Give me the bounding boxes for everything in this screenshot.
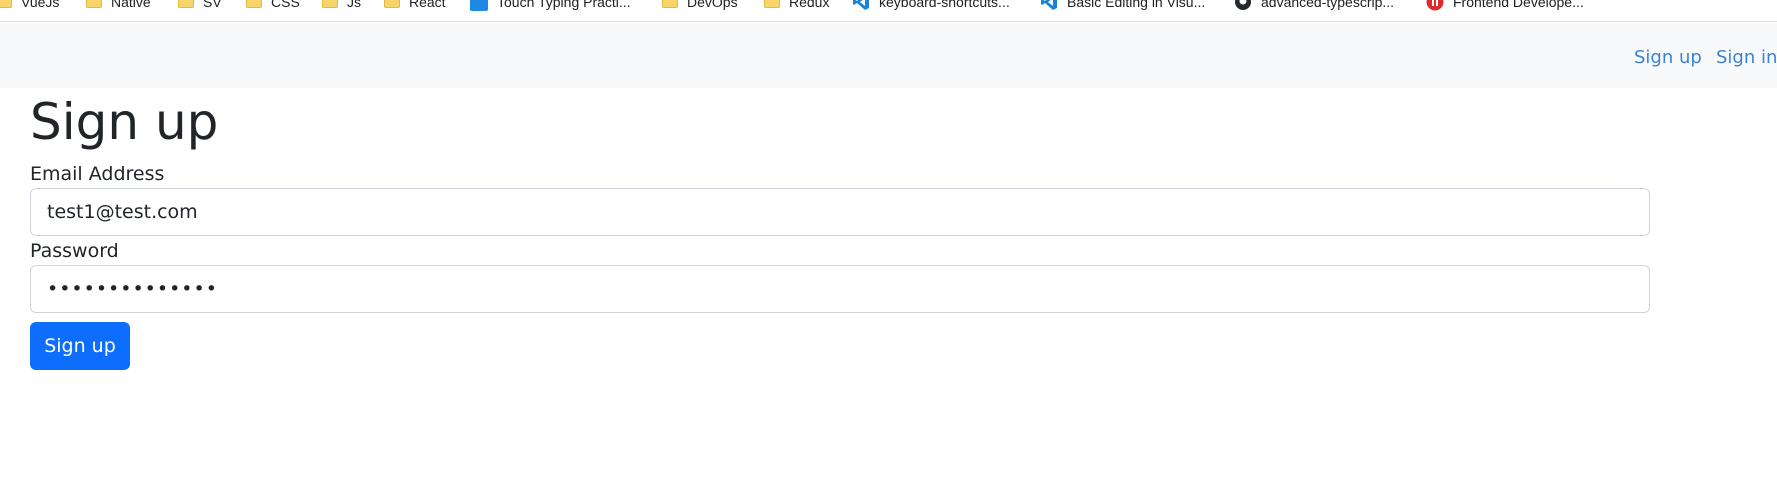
- bookmarks-bar: VueJs Native SV CSS Js React Touch Typin…: [0, 0, 1777, 22]
- bookmark-css[interactable]: CSS: [246, 0, 300, 13]
- bookmark-basic-editing[interactable]: Basic Editing in Visu...: [1040, 0, 1205, 13]
- frontend-icon: [1426, 0, 1444, 11]
- folder-icon: [86, 0, 102, 8]
- nav-signin-link[interactable]: Sign in: [1716, 47, 1777, 68]
- typescript-icon: [470, 0, 488, 11]
- bookmark-label: advanced-typescrip...: [1261, 0, 1395, 10]
- bookmark-label: DevOps: [687, 0, 738, 10]
- bookmark-label: Touch Typing Practi...: [497, 0, 631, 10]
- bookmark-touch-typing[interactable]: Touch Typing Practi...: [470, 0, 631, 13]
- bookmark-label: Native: [111, 0, 151, 10]
- folder-icon: [662, 0, 678, 8]
- email-field[interactable]: [30, 188, 1650, 236]
- bookmark-label: Redux: [789, 0, 830, 10]
- signup-submit-button[interactable]: Sign up: [30, 322, 130, 370]
- bookmark-keyboard-shortcuts[interactable]: keyboard-shortcuts...: [852, 0, 1010, 13]
- email-label: Email Address: [30, 163, 165, 185]
- bookmark-vuejs[interactable]: VueJs: [0, 0, 59, 13]
- bookmark-label: Basic Editing in Visu...: [1067, 0, 1206, 10]
- github-icon: [1234, 0, 1252, 11]
- bookmark-label: CSS: [271, 0, 300, 10]
- bookmark-label: VueJs: [21, 0, 60, 10]
- folder-icon: [322, 0, 338, 8]
- bookmark-label: React: [409, 0, 446, 10]
- vscode-icon: [1040, 0, 1058, 11]
- folder-icon: [0, 0, 12, 8]
- password-field[interactable]: [30, 265, 1650, 313]
- bookmark-js[interactable]: Js: [322, 0, 361, 13]
- folder-icon: [246, 0, 262, 8]
- bookmark-label: Frontend Develope...: [1453, 0, 1584, 10]
- nav-signup-link[interactable]: Sign up: [1634, 47, 1702, 68]
- bookmark-label: SV: [203, 0, 222, 10]
- bookmark-label: Js: [347, 0, 361, 10]
- navbar: Sign up Sign in: [0, 23, 1777, 88]
- bookmark-sv[interactable]: SV: [178, 0, 222, 13]
- bookmark-devops[interactable]: DevOps: [662, 0, 738, 13]
- bookmark-native[interactable]: Native: [86, 0, 151, 13]
- page-title: Sign up: [30, 93, 219, 151]
- vscode-icon: [852, 0, 870, 11]
- folder-icon: [764, 0, 780, 8]
- folder-icon: [178, 0, 194, 8]
- folder-icon: [384, 0, 400, 8]
- bookmark-label: keyboard-shortcuts...: [879, 0, 1010, 10]
- password-label: Password: [30, 240, 119, 262]
- bookmark-advanced-typescript[interactable]: advanced-typescrip...: [1234, 0, 1394, 13]
- bookmark-react[interactable]: React: [384, 0, 446, 13]
- bookmark-frontend-developer[interactable]: Frontend Develope...: [1426, 0, 1584, 13]
- bookmark-redux[interactable]: Redux: [764, 0, 829, 13]
